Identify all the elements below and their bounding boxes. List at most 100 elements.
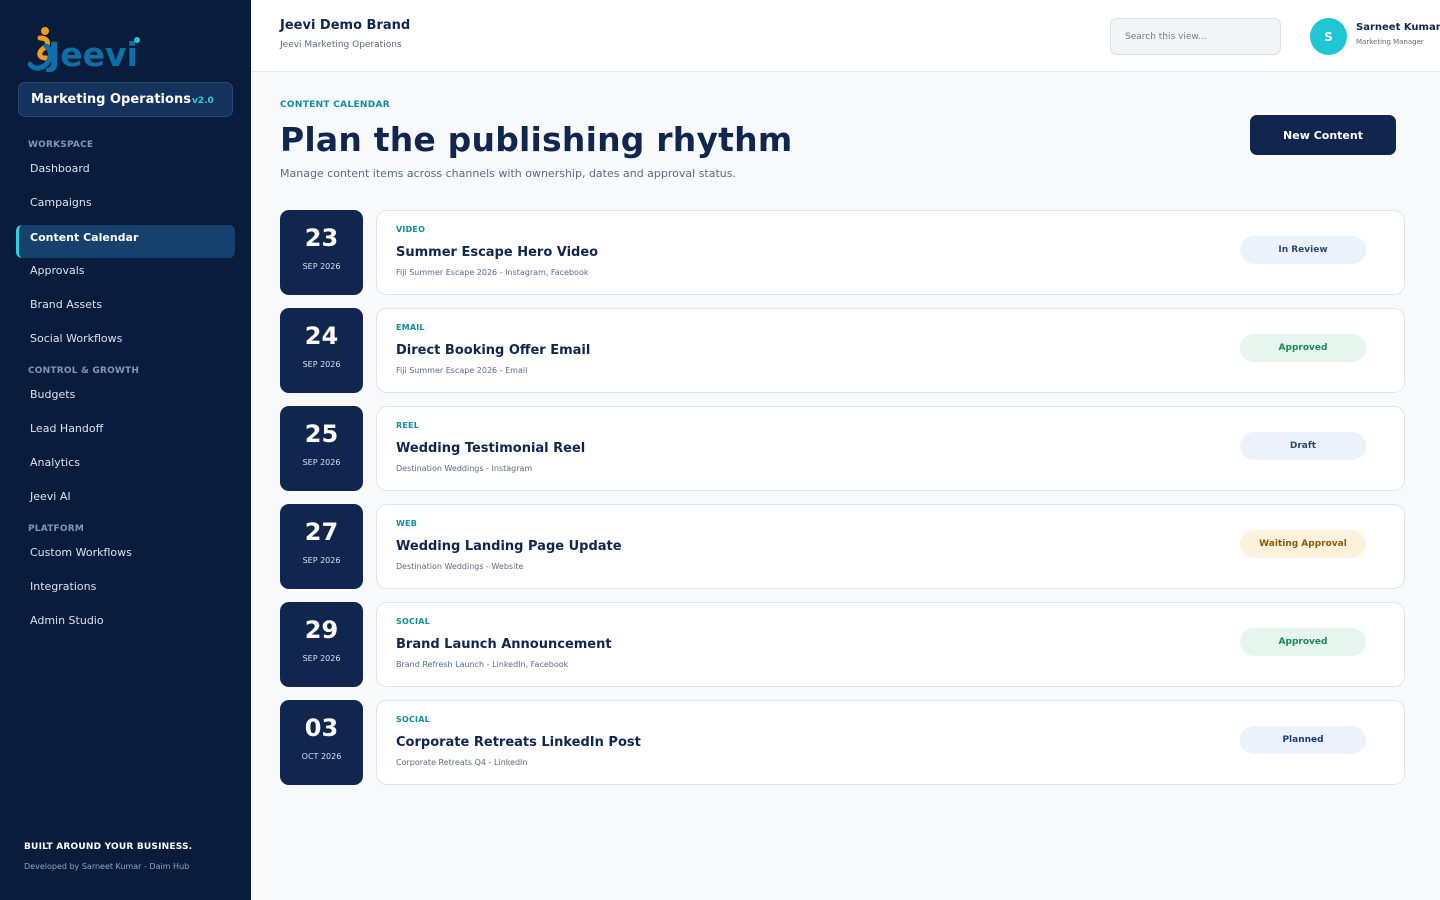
footer-credit: Developed by Sarneet Kumar - Daim Hub	[24, 862, 190, 871]
content-row: 25 SEP 2026 REEL Wedding Testimonial Ree…	[280, 406, 1405, 491]
new-content-button[interactable]: New Content	[1250, 115, 1396, 155]
sidebar-item-label: Social Workflows	[30, 332, 123, 345]
status-badge: Waiting Approval	[1240, 530, 1366, 558]
sidebar-item-dashboard[interactable]: Dashboard	[16, 152, 235, 185]
date-box: 25 SEP 2026	[280, 406, 363, 491]
section-platform: PLATFORM	[28, 524, 85, 534]
sidebar-item-label: Budgets	[30, 388, 76, 401]
sidebar-item-label: Integrations	[30, 580, 97, 593]
content-type: VIDEO	[396, 225, 426, 234]
sidebar-item-integrations[interactable]: Integrations	[16, 570, 235, 603]
status-badge: In Review	[1240, 236, 1366, 264]
content-card[interactable]: SOCIAL Brand Launch Announcement Brand R…	[376, 602, 1405, 687]
footer-tagline: BUILT AROUND YOUR BUSINESS.	[24, 842, 193, 852]
date-month: SEP 2026	[302, 654, 341, 663]
svg-text:Jeevi: Jeevi	[46, 35, 138, 72]
sidebar-item-label: Approvals	[30, 264, 85, 277]
content-meta: Brand Refresh Launch - LinkedIn, Faceboo…	[396, 660, 569, 669]
content-meta: Fiji Summer Escape 2026 - Email	[396, 366, 528, 375]
sidebar-item-admin-studio[interactable]: Admin Studio	[16, 604, 235, 637]
content-row: 27 SEP 2026 WEB Wedding Landing Page Upd…	[280, 504, 1405, 589]
page-eyebrow: CONTENT CALENDAR	[280, 100, 391, 110]
section-control-growth: CONTROL & GROWTH	[28, 366, 140, 376]
date-month: SEP 2026	[302, 360, 341, 369]
status-badge: Draft	[1240, 432, 1366, 460]
status-badge: Planned	[1240, 726, 1366, 754]
sidebar-item-label: Jeevi AI	[30, 490, 71, 503]
date-month: SEP 2026	[302, 262, 341, 271]
sidebar-item-social-workflows[interactable]: Social Workflows	[16, 322, 235, 355]
sidebar-item-label: Admin Studio	[30, 614, 104, 627]
sidebar-item-label: Analytics	[30, 456, 80, 469]
content-meta: Fiji Summer Escape 2026 - Instagram, Fac…	[396, 268, 589, 277]
module-version: v2.0	[191, 95, 214, 106]
content-row: 29 SEP 2026 SOCIAL Brand Launch Announce…	[280, 602, 1405, 687]
content-card[interactable]: REEL Wedding Testimonial Reel Destinatio…	[376, 406, 1405, 491]
section-workspace: WORKSPACE	[28, 140, 94, 150]
content-card[interactable]: VIDEO Summer Escape Hero Video Fiji Summ…	[376, 210, 1405, 295]
sidebar-item-analytics[interactable]: Analytics	[16, 446, 235, 479]
brand-name: Jeevi Demo Brand	[280, 18, 411, 33]
page-title: Plan the publishing rhythm	[280, 120, 793, 159]
date-box: 24 SEP 2026	[280, 308, 363, 393]
date-month: OCT 2026	[301, 752, 342, 761]
brand-subtitle: Jeevi Marketing Operations	[280, 40, 402, 50]
date-box: 03 OCT 2026	[280, 700, 363, 785]
sidebar-item-custom-workflows[interactable]: Custom Workflows	[16, 536, 235, 569]
sidebar-item-label: Lead Handoff	[30, 422, 104, 435]
top-header: Jeevi Demo Brand Jeevi Marketing Operati…	[251, 0, 1440, 72]
sidebar-item-brand-assets[interactable]: Brand Assets	[16, 288, 235, 321]
date-day: 23	[304, 224, 339, 252]
date-month: SEP 2026	[302, 458, 341, 467]
sidebar-item-jeevi-ai[interactable]: Jeevi AI	[16, 480, 235, 513]
status-badge: Approved	[1240, 628, 1366, 656]
avatar[interactable]: S	[1310, 18, 1347, 55]
content-type: EMAIL	[396, 323, 425, 332]
user-name: Sarneet Kumar	[1356, 22, 1440, 33]
user-role: Marketing Manager	[1356, 38, 1424, 46]
content-meta: Destination Weddings - Instagram	[396, 464, 533, 473]
module-switcher[interactable]: Marketing Operations v2.0	[18, 82, 233, 117]
content-title: Corporate Retreats LinkedIn Post	[396, 735, 641, 750]
date-month: SEP 2026	[302, 556, 341, 565]
sidebar-item-lead-handoff[interactable]: Lead Handoff	[16, 412, 235, 445]
content-meta: Corporate Retreats Q4 - LinkedIn	[396, 758, 528, 767]
search-input[interactable]	[1110, 18, 1281, 55]
sidebar-item-label: Brand Assets	[30, 298, 103, 311]
sidebar-item-label: Content Calendar	[30, 231, 139, 244]
jeevi-logo[interactable]: Jeevi	[26, 24, 146, 72]
content-meta: Destination Weddings - Website	[396, 562, 524, 571]
content-row: 24 SEP 2026 EMAIL Direct Booking Offer E…	[280, 308, 1405, 393]
sidebar: Jeevi Marketing Operations v2.0 WORKSPAC…	[0, 0, 251, 900]
status-badge: Approved	[1240, 334, 1366, 362]
content-title: Wedding Landing Page Update	[396, 539, 622, 554]
page-description: Manage content items across channels wit…	[280, 167, 736, 180]
date-day: 29	[304, 616, 339, 644]
sidebar-item-campaigns[interactable]: Campaigns	[16, 186, 235, 219]
date-day: 27	[304, 518, 339, 546]
content-card[interactable]: EMAIL Direct Booking Offer Email Fiji Su…	[376, 308, 1405, 393]
content-type: SOCIAL	[396, 715, 430, 724]
date-box: 27 SEP 2026	[280, 504, 363, 589]
content-card[interactable]: SOCIAL Corporate Retreats LinkedIn Post …	[376, 700, 1405, 785]
date-day: 25	[304, 420, 339, 448]
sidebar-item-label: Custom Workflows	[30, 546, 132, 559]
sidebar-item-label: Campaigns	[30, 196, 92, 209]
content-type: SOCIAL	[396, 617, 430, 626]
date-box: 29 SEP 2026	[280, 602, 363, 687]
content-row: 03 OCT 2026 SOCIAL Corporate Retreats Li…	[280, 700, 1405, 785]
date-box: 23 SEP 2026	[280, 210, 363, 295]
content-card[interactable]: WEB Wedding Landing Page Update Destinat…	[376, 504, 1405, 589]
content-title: Summer Escape Hero Video	[396, 245, 599, 260]
module-title: Marketing Operations	[31, 92, 191, 107]
date-day: 24	[304, 322, 339, 350]
content-type: WEB	[396, 519, 417, 528]
content-title: Brand Launch Announcement	[396, 637, 612, 652]
content-row: 23 SEP 2026 VIDEO Summer Escape Hero Vid…	[280, 210, 1405, 295]
date-day: 03	[304, 714, 339, 742]
content-title: Wedding Testimonial Reel	[396, 441, 586, 456]
sidebar-item-budgets[interactable]: Budgets	[16, 378, 235, 411]
sidebar-item-approvals[interactable]: Approvals	[16, 254, 235, 287]
sidebar-item-label: Dashboard	[30, 162, 90, 175]
content-title: Direct Booking Offer Email	[396, 343, 591, 358]
